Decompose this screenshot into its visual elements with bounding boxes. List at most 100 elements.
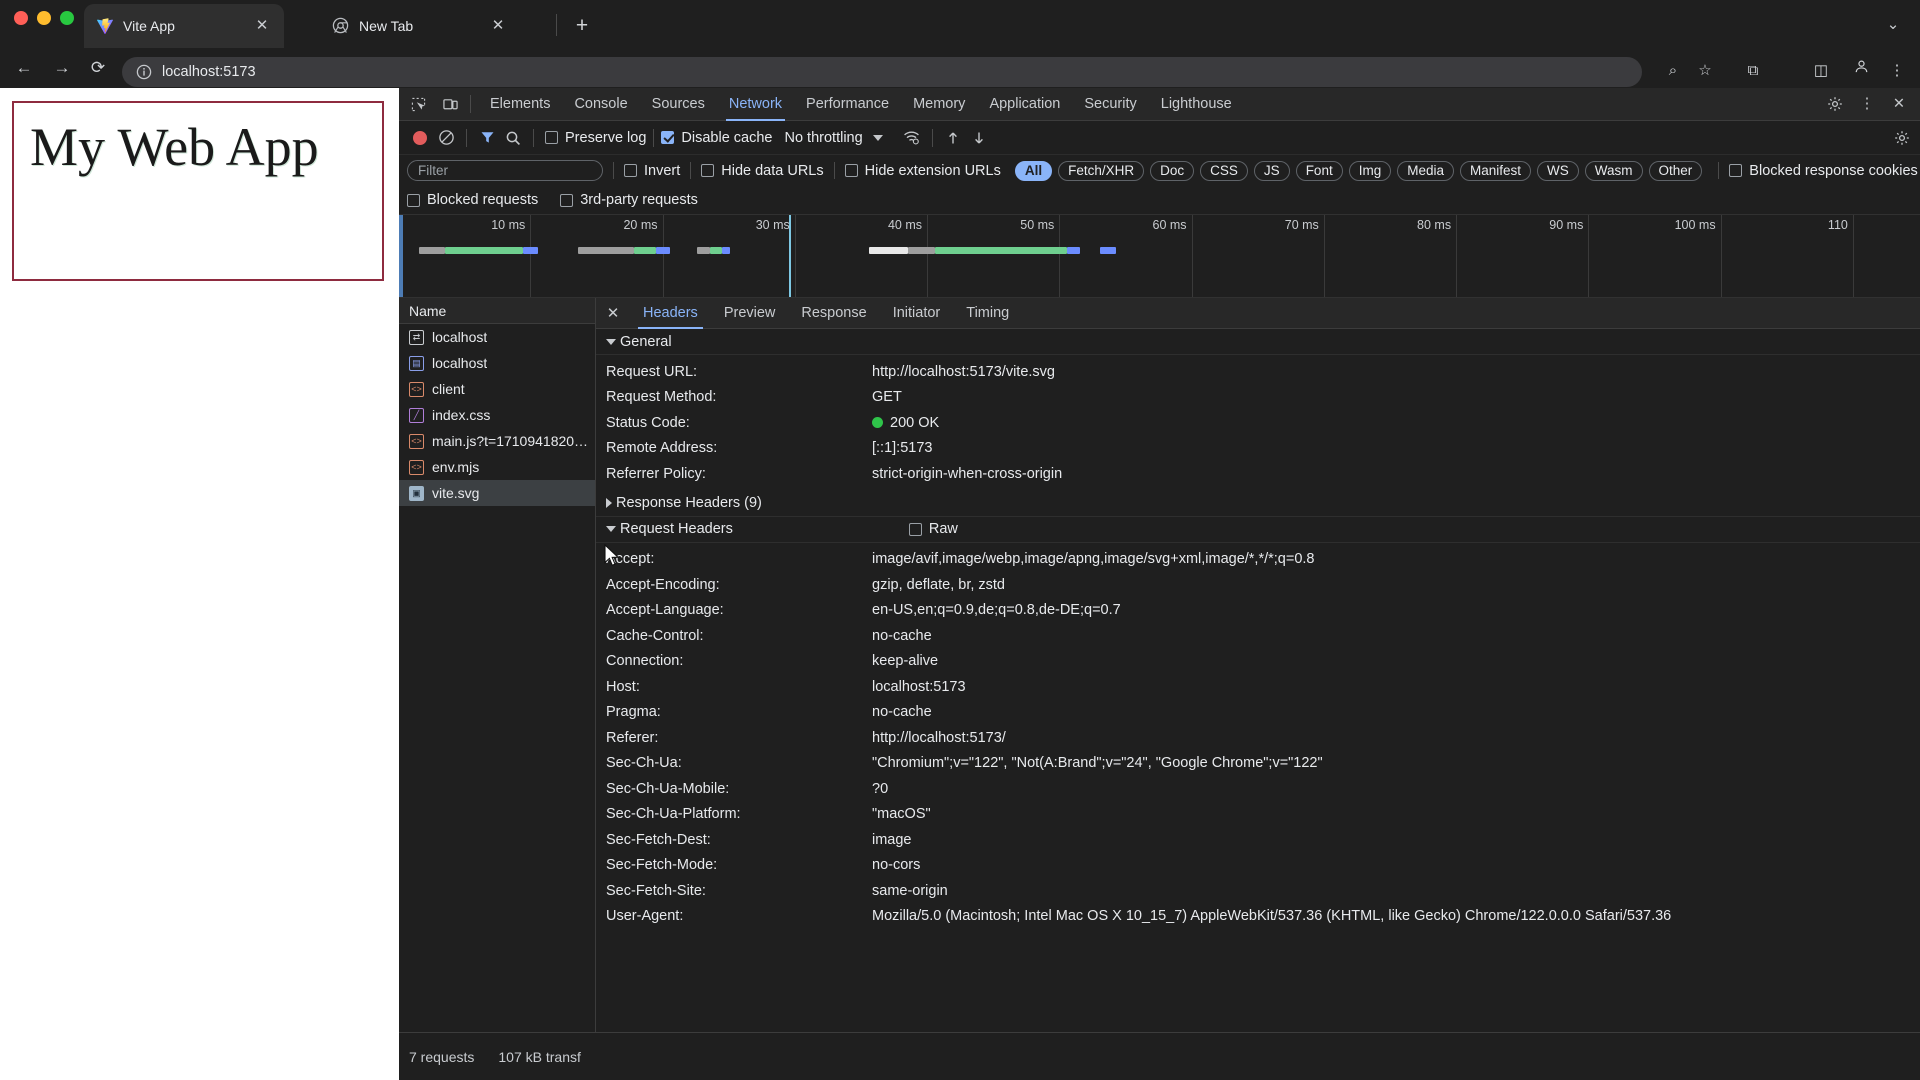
export-har-download-icon[interactable]: [966, 125, 992, 151]
network-overview-timeline[interactable]: 10 ms 20 ms 30 ms 40 ms 50 ms 60 ms 70 ms 80 ms…: [399, 214, 1920, 298]
devtools-tab-performance[interactable]: Performance: [794, 88, 901, 121]
resource-type-media[interactable]: Media: [1397, 160, 1454, 181]
capture-settings-gear-icon[interactable]: [1894, 125, 1920, 151]
chevron-down-icon[interactable]: [606, 526, 616, 532]
devtools-tab-application[interactable]: Application: [977, 88, 1072, 121]
checkbox-box[interactable]: [560, 193, 574, 207]
info-circle-icon[interactable]: [136, 64, 152, 80]
address-bar-value[interactable]: localhost:5173: [162, 64, 256, 80]
close-tab-icon[interactable]: ✕: [488, 16, 508, 36]
forward-button[interactable]: →: [48, 54, 76, 82]
chrome-menu-icon[interactable]: ⋮: [1884, 58, 1910, 84]
requests-column-header[interactable]: Name: [399, 298, 595, 324]
overview-request-bar: [523, 247, 538, 254]
request-row[interactable]: ▤ localhost: [399, 350, 595, 376]
hide-extension-urls-checkbox[interactable]: Hide extension URLs: [844, 163, 1001, 179]
details-tab-response[interactable]: Response: [788, 298, 879, 329]
devtools-tab-memory[interactable]: Memory: [901, 88, 977, 121]
new-tab-button[interactable]: +: [568, 12, 596, 40]
details-tab-headers[interactable]: Headers: [630, 298, 711, 329]
filter-toggle-icon[interactable]: [474, 125, 500, 151]
checkbox-box[interactable]: [908, 522, 922, 536]
resource-type-css[interactable]: CSS: [1200, 160, 1248, 181]
close-window-button[interactable]: [14, 11, 28, 25]
resource-type-img[interactable]: Img: [1348, 160, 1392, 181]
blocked-requests-checkbox[interactable]: Blocked requests: [407, 192, 538, 208]
resource-type-other[interactable]: Other: [1648, 160, 1703, 181]
sidepanel-icon[interactable]: ◫: [1808, 58, 1834, 84]
more-options-icon[interactable]: ⋮: [1854, 92, 1880, 116]
invert-checkbox[interactable]: Invert: [624, 163, 680, 179]
details-tab-preview[interactable]: Preview: [711, 298, 789, 329]
profile-icon[interactable]: [1848, 58, 1874, 84]
details-tab-initiator[interactable]: Initiator: [880, 298, 954, 329]
window-controls[interactable]: [14, 11, 74, 25]
devtools-tab-elements[interactable]: Elements: [478, 88, 562, 121]
checkbox-box[interactable]: [701, 164, 715, 177]
disable-cache-checkbox[interactable]: Disable cache: [661, 130, 772, 146]
resource-type-all[interactable]: All: [1014, 160, 1053, 181]
checkbox-box[interactable]: [407, 193, 420, 207]
minimize-window-button[interactable]: [37, 11, 51, 25]
close-tab-icon[interactable]: ✕: [252, 16, 272, 36]
checkbox-box[interactable]: [661, 131, 675, 144]
device-toolbar-icon[interactable]: [437, 92, 463, 116]
details-tab-timing[interactable]: Timing: [953, 298, 1022, 329]
resource-type-fetch-xhr[interactable]: Fetch/XHR: [1058, 160, 1145, 181]
reload-button[interactable]: ⟳: [84, 54, 112, 82]
request-row[interactable]: ╱ index.css: [399, 402, 595, 428]
devtools-tab-security[interactable]: Security: [1072, 88, 1148, 121]
search-icon[interactable]: [500, 125, 526, 151]
resource-type-doc[interactable]: Doc: [1150, 160, 1195, 181]
resource-type-manifest[interactable]: Manifest: [1460, 160, 1532, 181]
resource-type-js[interactable]: JS: [1253, 160, 1290, 181]
import-har-upload-icon[interactable]: [940, 125, 966, 151]
close-devtools-icon[interactable]: ✕: [1886, 92, 1912, 116]
checkbox-box[interactable]: [545, 131, 558, 144]
zoom-icon[interactable]: ⌕: [1660, 58, 1686, 84]
extensions-icon[interactable]: ⧉: [1740, 58, 1766, 84]
checkbox-box[interactable]: [624, 164, 637, 177]
maximize-window-button[interactable]: [60, 11, 74, 25]
checkbox-box[interactable]: [844, 164, 858, 177]
devtools-tab-lighthouse[interactable]: Lighthouse: [1149, 88, 1244, 121]
chevron-down-icon[interactable]: [872, 134, 883, 141]
request-row[interactable]: <> env.mjs: [399, 454, 595, 480]
browser-tab-new-tab[interactable]: New Tab ✕: [320, 4, 520, 48]
request-headers-section-header[interactable]: Request Headers Raw: [596, 517, 1920, 543]
chevron-right-icon[interactable]: [606, 498, 612, 508]
resource-type-wasm[interactable]: Wasm: [1584, 160, 1643, 181]
request-row[interactable]: ▣ vite.svg: [399, 480, 595, 506]
request-row[interactable]: ⇄ localhost: [399, 324, 595, 350]
third-party-requests-checkbox[interactable]: 3rd-party requests: [560, 192, 698, 208]
blocked-response-cookies-checkbox[interactable]: Blocked response cookies: [1729, 163, 1918, 179]
back-button[interactable]: ←: [10, 54, 38, 82]
browser-tab-vite-app[interactable]: Vite App ✕: [84, 4, 284, 48]
response-headers-section-header[interactable]: Response Headers (9): [596, 491, 1920, 517]
chevron-down-icon[interactable]: [606, 338, 616, 345]
devtools-tab-sources[interactable]: Sources: [640, 88, 717, 121]
throttling-dropdown[interactable]: No throttling: [772, 130, 883, 146]
request-row[interactable]: <> client: [399, 376, 595, 402]
general-section-header[interactable]: General: [596, 329, 1920, 355]
request-row[interactable]: <> main.js?t=1710941820…: [399, 428, 595, 454]
close-details-icon[interactable]: ✕: [596, 298, 630, 329]
address-bar[interactable]: localhost:5173: [122, 57, 1642, 87]
record-stop-button[interactable]: [407, 125, 433, 151]
devtools-tab-console[interactable]: Console: [562, 88, 639, 121]
raw-toggle[interactable]: Raw: [908, 521, 958, 537]
wifi-settings-icon[interactable]: [899, 125, 925, 151]
filter-input[interactable]: Filter: [407, 160, 603, 181]
clear-requests-button[interactable]: [433, 125, 459, 151]
transfer-size: 107 kB transf: [498, 1048, 581, 1065]
hide-data-urls-checkbox[interactable]: Hide data URLs: [701, 163, 824, 179]
resource-type-font[interactable]: Font: [1295, 160, 1343, 181]
resource-type-ws[interactable]: WS: [1537, 160, 1579, 181]
bookmark-star-icon[interactable]: ☆: [1692, 58, 1718, 84]
devtools-tab-network[interactable]: Network: [717, 88, 794, 121]
settings-gear-icon[interactable]: [1822, 92, 1848, 116]
preserve-log-checkbox[interactable]: Preserve log: [545, 130, 646, 146]
inspect-element-icon[interactable]: [405, 92, 431, 116]
tab-search-chevron-down-icon[interactable]: ⌄: [1880, 12, 1906, 38]
checkbox-box[interactable]: [1729, 164, 1743, 177]
